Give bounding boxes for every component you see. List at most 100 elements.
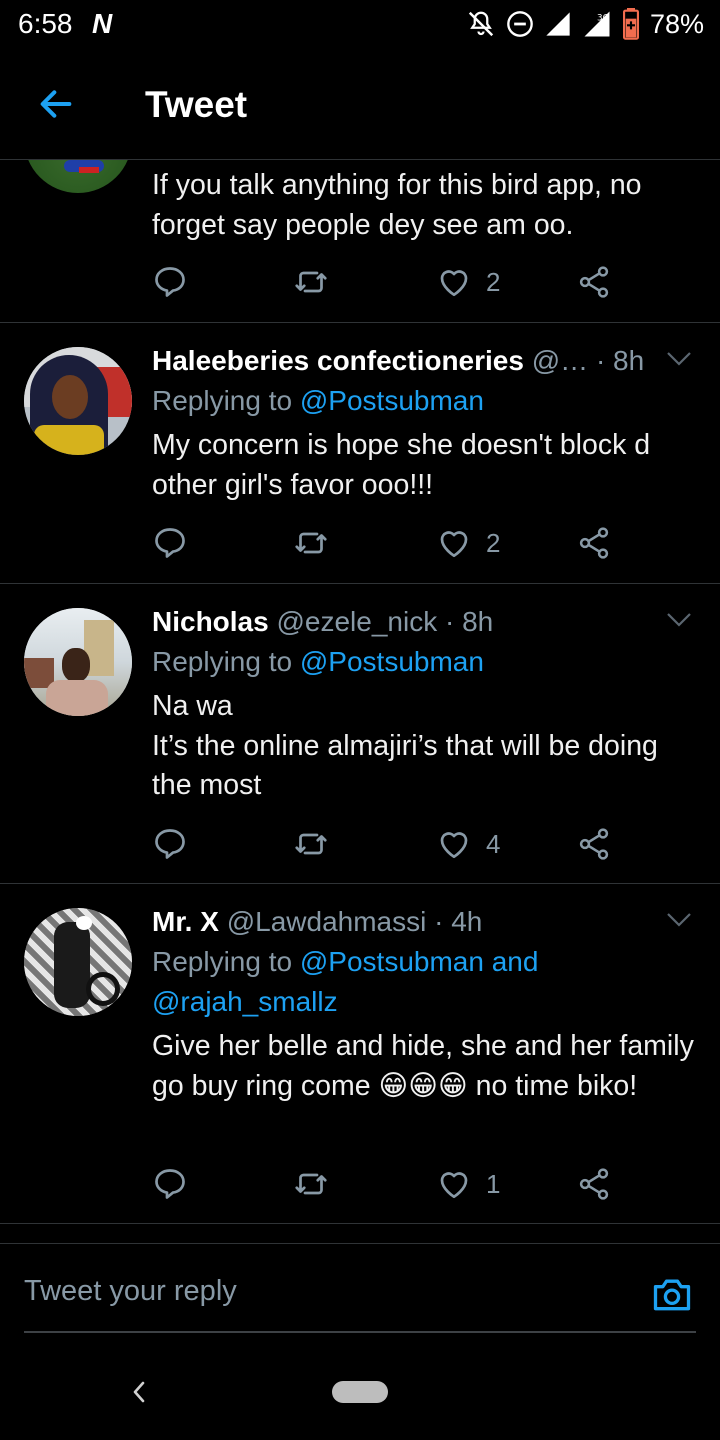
like-count: 2: [486, 266, 501, 297]
like-count: 1: [486, 1168, 501, 1199]
share-button[interactable]: [576, 523, 612, 563]
replying-label: Replying to: [152, 385, 300, 416]
top-app-bar: Tweet: [0, 50, 720, 160]
tweet-item[interactable]: If you talk anything for this bird app, …: [0, 85, 720, 323]
home-pill[interactable]: [332, 1381, 388, 1403]
retweet-icon: [295, 532, 327, 554]
replying-to: Replying to @Postsubman and @rajah_small…: [152, 942, 592, 1022]
retweet-icon: [295, 1173, 327, 1195]
retweet-button[interactable]: [292, 262, 330, 302]
author-handle[interactable]: @ezele_nick: [276, 606, 437, 637]
tweet-text-line: Na wa: [152, 690, 233, 722]
back-arrow-icon[interactable]: [36, 84, 76, 124]
replying-to: Replying to @Postsubman: [152, 381, 700, 421]
tweet-text: Give her belle and hide, she and her fam…: [152, 1027, 700, 1106]
camera-icon[interactable]: [650, 1272, 694, 1316]
notification-app-icon: N: [92, 8, 113, 39]
reply-icon: [155, 528, 185, 558]
tweet-actions: 2: [152, 262, 622, 302]
mute-icon: [468, 11, 494, 37]
reply-button[interactable]: [152, 523, 188, 563]
share-icon: [579, 266, 609, 298]
reply-button[interactable]: [152, 262, 188, 302]
tweet-item[interactable]: Haleeberies confectioneries @… · 8h Repl…: [0, 323, 720, 584]
reply-icon: [155, 267, 185, 297]
share-button[interactable]: [576, 824, 612, 864]
chevron-down-icon[interactable]: [666, 351, 692, 367]
retweet-icon: [295, 833, 327, 855]
avatar[interactable]: [24, 908, 132, 1016]
reply-input[interactable]: Tweet your reply: [24, 1275, 237, 1308]
like-count: 2: [486, 527, 501, 558]
replying-to: Replying to @Postsubman: [152, 642, 700, 682]
retweet-icon: [295, 271, 327, 293]
signal-icon: [546, 12, 570, 36]
tweet-meta: Nicholas @ezele_nick · 8h: [152, 602, 700, 642]
grinning-emoji: 😁😁😁: [378, 1069, 468, 1102]
share-icon: [579, 828, 609, 860]
author-name[interactable]: Haleeberies confectioneries: [152, 345, 524, 376]
replying-label: Replying to: [152, 646, 300, 677]
like-button[interactable]: 4: [436, 824, 500, 864]
author-name[interactable]: Nicholas: [152, 606, 269, 637]
tweet-content: If you talk anything for this bird app, …: [152, 166, 700, 245]
reply-button[interactable]: [152, 824, 188, 864]
like-button[interactable]: 2: [436, 262, 500, 302]
share-icon: [579, 1168, 609, 1200]
reply-icon: [155, 829, 185, 859]
page-title: Tweet: [145, 84, 248, 125]
battery-icon: [622, 8, 639, 40]
retweet-button[interactable]: [292, 523, 330, 563]
avatar[interactable]: [24, 608, 132, 716]
signal-3g-icon: 3G: [584, 11, 610, 37]
like-count: 4: [486, 828, 501, 859]
share-button[interactable]: [576, 1164, 612, 1204]
heart-icon: [440, 832, 468, 859]
tweet-actions: 4: [152, 824, 622, 864]
composer-divider: [0, 1243, 720, 1244]
tweet-text-line: It’s the online almajiri’s that will be …: [152, 729, 658, 802]
system-back-icon[interactable]: [128, 1377, 150, 1407]
reply-button[interactable]: [152, 1164, 188, 1204]
avatar[interactable]: [24, 347, 132, 455]
mention-link[interactable]: @Postsubman: [300, 646, 484, 677]
do-not-disturb-icon: [507, 11, 533, 37]
tweet-text: If you talk anything for this bird app, …: [152, 169, 642, 241]
reply-input-underline: [24, 1331, 696, 1333]
replying-label: Replying to: [152, 946, 300, 977]
author-name[interactable]: Mr. X: [152, 906, 219, 937]
tweet-meta: Haleeberies confectioneries @… · 8h: [152, 341, 700, 381]
status-bar: 6:58 N 3G 78%: [0, 0, 720, 50]
tweet-actions: 2: [152, 523, 622, 563]
status-time: 6:58: [18, 8, 73, 39]
share-button[interactable]: [576, 262, 612, 302]
tweet-content: Nicholas @ezele_nick · 8h Replying to @P…: [152, 602, 700, 806]
tweet-content: Mr. X @Lawdahmassi · 4h Replying to @Pos…: [152, 902, 700, 1106]
reply-icon: [155, 1169, 185, 1199]
tweet-item[interactable]: Nicholas @ezele_nick · 8h Replying to @P…: [0, 584, 720, 884]
chevron-down-icon[interactable]: [666, 912, 692, 928]
tweet-time: · 4h: [434, 906, 483, 937]
status-icons: 3G 78%: [466, 8, 704, 40]
retweet-button[interactable]: [292, 824, 330, 864]
svg-text:3G: 3G: [597, 13, 610, 23]
tweet-text: Na wa It’s the online almajiri’s that wi…: [152, 687, 700, 806]
heart-icon: [440, 1172, 468, 1199]
tweet-content: Haleeberies confectioneries @… · 8h Repl…: [152, 341, 700, 505]
like-button[interactable]: 1: [436, 1164, 500, 1204]
tweet-time: · 8h: [445, 606, 494, 637]
tweet-text: My concern is hope she doesn't block d o…: [152, 429, 651, 501]
battery-percent: 78%: [649, 8, 704, 39]
tweet-actions: 1: [152, 1164, 622, 1204]
heart-icon: [440, 531, 468, 558]
tweet-item[interactable]: Mr. X @Lawdahmassi · 4h Replying to @Pos…: [0, 884, 720, 1224]
like-button[interactable]: 2: [436, 523, 500, 563]
tweet-text-part: no time biko!: [467, 1069, 638, 1102]
author-handle[interactable]: @…: [532, 345, 588, 376]
retweet-button[interactable]: [292, 1164, 330, 1204]
share-icon: [579, 527, 609, 559]
mention-link[interactable]: @Postsubman: [300, 385, 484, 416]
tweet-time: · 8h: [595, 345, 645, 376]
chevron-down-icon[interactable]: [666, 612, 692, 628]
author-handle[interactable]: @Lawdahmassi: [227, 906, 427, 937]
